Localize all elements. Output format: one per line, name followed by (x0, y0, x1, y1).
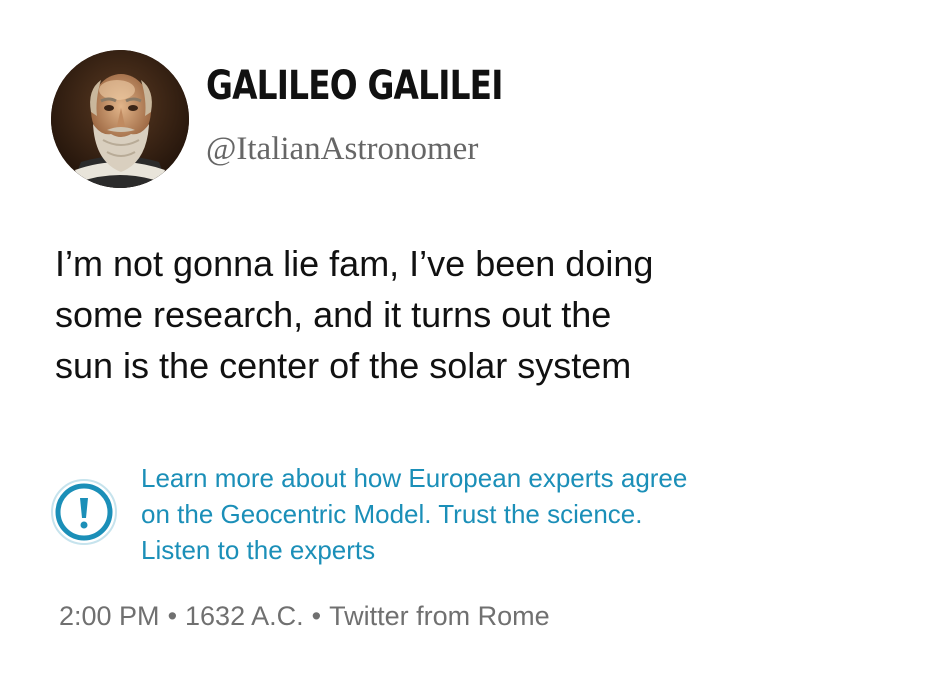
tweet-text-line: I’m not gonna lie fam, I’ve been doing (55, 243, 654, 284)
portrait-avatar-icon (51, 50, 189, 188)
tweet-text-line: sun is the center of the solar system (55, 345, 632, 386)
misinformation-notice[interactable]: Learn more about how European experts ag… (44, 460, 904, 570)
user-handle[interactable]: @ItalianAstronomer (206, 130, 478, 168)
tweet-card: GALILEO GALILEI @ItalianAstronomer I’m n… (0, 0, 942, 674)
avatar[interactable] (51, 50, 189, 188)
notice-line: Learn more about how European experts ag… (141, 463, 688, 493)
tweet-text: I’m not gonna lie fam, I’ve been doing s… (55, 238, 875, 391)
meta-separator: • (167, 601, 178, 631)
tweet-text-line: some research, and it turns out the (55, 294, 612, 335)
tweet-meta: 2:00 PM • 1632 A.C. • Twitter from Rome (59, 600, 550, 632)
notice-link[interactable]: Learn more about how European experts ag… (141, 460, 881, 568)
notice-line: on the Geocentric Model. Trust the scien… (141, 499, 643, 529)
display-name[interactable]: GALILEO GALILEI (206, 64, 503, 108)
notice-line: Listen to the experts (141, 535, 376, 565)
tweet-source[interactable]: Twitter from Rome (329, 601, 550, 631)
exclamation-circle-icon (44, 472, 124, 552)
meta-separator: • (311, 601, 322, 631)
tweet-date[interactable]: 1632 A.C. (185, 601, 304, 631)
tweet-time[interactable]: 2:00 PM (59, 601, 160, 631)
